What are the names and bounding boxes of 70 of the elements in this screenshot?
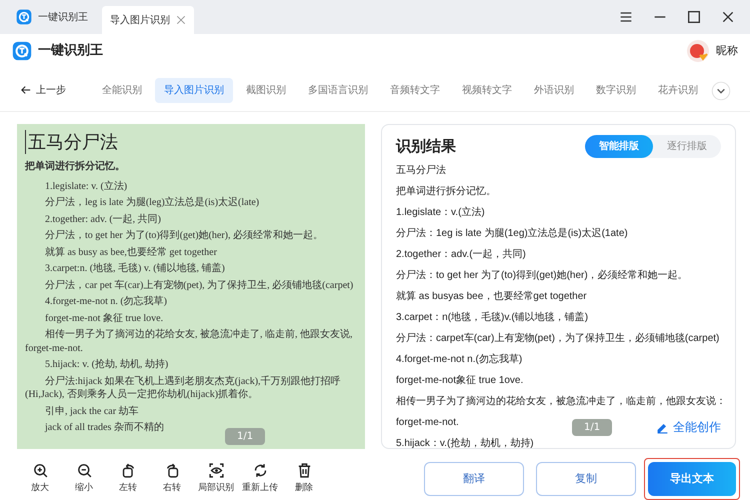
toolbar-button[interactable]: 局部识别: [194, 462, 238, 496]
window-tab[interactable]: 导入图片识别: [102, 6, 194, 34]
result-line: 5.hijack：v.(抢劫，劫机，劫持): [396, 436, 534, 448]
document-line: 就算 as busy as bee,也要经常 get together: [44, 246, 217, 260]
back-link[interactable]: 上一步: [12, 78, 75, 103]
feature-tab[interactable]: 外语识别: [525, 78, 583, 103]
avatar-icon[interactable]: [686, 39, 710, 63]
result-line: 五马分尸法: [396, 164, 446, 178]
result-line: 就算 as busyas bee，也要经常get together: [396, 290, 587, 304]
result-line: 把单词进行拆分记忆。: [396, 184, 496, 198]
action-button[interactable]: 导出文本: [648, 462, 736, 496]
window-tab[interactable]: 一键识别王: [8, 4, 96, 30]
document-line: 4.forget-me-not n. (勿忘我草): [44, 295, 168, 309]
document-line: 1.legislate: v. (立法): [44, 180, 128, 194]
result-line: 分尸法：to get her 为了(to)得到(get)她(her)，必须经常和她一起。: [396, 268, 688, 282]
feature-tab[interactable]: 全能识别: [93, 78, 151, 103]
result-line: forget-me-not象征 true 1ove.: [396, 374, 524, 388]
app-name: 一键识别王: [38, 42, 103, 60]
result-line: 1.legislate：v.(立法): [396, 206, 485, 220]
document-line: 2.together: adv. (一起, 共同): [44, 212, 161, 226]
document-line: 5.hijack: v. (抢劫, 劫机, 劫持): [44, 358, 168, 372]
dropdown-icon[interactable]: [711, 80, 731, 100]
result-line: 分尸法：1eg is late 为腿(1eg)立法总是(is)太迟(1ate): [396, 226, 628, 240]
user-name[interactable]: 昵称: [716, 42, 738, 60]
result-line: forget-me-not.: [396, 416, 459, 430]
feature-tab[interactable]: 导入图片识别: [155, 78, 233, 103]
toolbar-button[interactable]: 删除: [282, 462, 326, 496]
zoom-out-icon: [76, 462, 92, 480]
action-button[interactable]: 翻译: [424, 462, 524, 496]
close-icon[interactable]: [720, 9, 736, 25]
document-line: 3.carpet:n. (地毯, 毛毯) v. (铺以地毯, 铺盖): [44, 262, 225, 276]
app-logo-icon: [12, 41, 32, 61]
toolbar-button[interactable]: 右转: [150, 462, 194, 496]
app-logo-icon: [16, 9, 32, 25]
result-line: 分尸法：carpet车(car)上有宠物(pet)，为了保持卫生，必须铺地毯(carpet): [396, 332, 720, 346]
toolbar-button[interactable]: 左转: [106, 462, 150, 496]
eye-icon: [208, 462, 224, 480]
layout-option[interactable]: 逐行排版: [653, 135, 721, 158]
feature-tab[interactable]: 截图识别: [237, 78, 295, 103]
layout-option[interactable]: 智能排版: [585, 135, 653, 158]
document-line: 分尸法:hijack 如果在飞机上遇到老朋友杰克(jack),千万别跟他打招呼(Hi,Jack), 否则乘务人员一定把你劫机(hijack)抓着你。: [25, 374, 342, 402]
result-line: 2.together：adv.(一起，共同): [396, 248, 526, 262]
page-indicator: 1/1: [225, 428, 266, 445]
document-line: forget-me-not 象征 true love.: [44, 312, 164, 326]
document-line: 相传一男子为了摘河边的花给女友, 被急流冲走了, 临走前, 他跟女友说, forget-me-not.: [25, 328, 354, 356]
feature-tab[interactable]: 视频转文字: [453, 78, 521, 103]
action-button[interactable]: 复制: [536, 462, 636, 496]
zoom-in-icon: [32, 462, 48, 480]
feature-tab[interactable]: 数字识别: [587, 78, 645, 103]
result-title: 识别结果: [396, 136, 456, 158]
result-line: 相传一男子为了摘河边的花给女友，被急流冲走了，临走前，他跟女友说：: [396, 394, 726, 408]
document-line: 把单词进行拆分记忆。: [25, 160, 125, 174]
document-line: 分尸法，car pet 车(car)上有宠物(pet), 为了保持卫生, 必须铺地毯(carpet): [44, 278, 354, 292]
result-line: 3.carpet：n(地毯，毛毯)v.(铺以地毯，铺盖): [396, 310, 588, 324]
document-title: 五马分尸法: [25, 130, 118, 154]
toolbar-button[interactable]: 缩小: [62, 462, 106, 496]
maximize-icon[interactable]: [686, 9, 702, 25]
toolbar-button[interactable]: 放大: [18, 462, 62, 496]
document-line: 分尸法，leg is late 为腿(leg)立法总是(is)太迟(late): [44, 196, 260, 210]
feature-tab[interactable]: 花卉识别: [649, 78, 707, 103]
toolbar-button[interactable]: 重新上传: [238, 462, 282, 496]
document-line: 引申, jack the car 劫车: [44, 404, 139, 418]
result-line: 4.forget-me-not n.(勿忘我草): [396, 352, 522, 366]
document-line: jack of all trades 杂而不精的: [44, 421, 164, 435]
create-link[interactable]: 全能创作: [656, 418, 721, 436]
feature-tab[interactable]: 音频转文字: [381, 78, 449, 103]
document-line: 分尸法，to get her 为了(to)得到(get)她(her), 必须经常和她一起。: [44, 229, 324, 243]
back-arrow-icon: [21, 85, 31, 96]
feature-tab[interactable]: 多国语言识别: [299, 78, 377, 103]
page-indicator: 1/1: [572, 419, 612, 436]
